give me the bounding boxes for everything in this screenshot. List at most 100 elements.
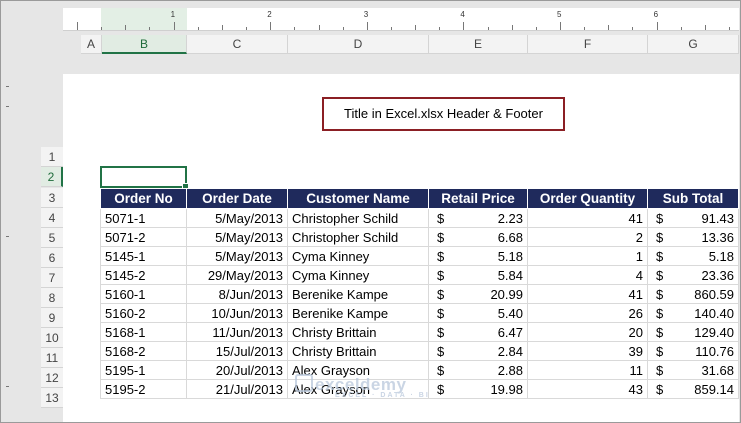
cell-customer-name[interactable]: Cyma Kinney xyxy=(287,265,429,285)
cell-retail-price[interactable]: $5.18 xyxy=(428,246,528,266)
column-header-f[interactable]: F xyxy=(528,35,648,54)
cell-order-no[interactable]: 5071-1 xyxy=(100,208,187,228)
cell-order-no[interactable]: 5145-2 xyxy=(100,265,187,285)
row-header-5[interactable]: 5 xyxy=(41,228,63,248)
cell-retail-price[interactable]: $6.47 xyxy=(428,322,528,342)
row-header-7[interactable]: 7 xyxy=(41,268,63,288)
row-header-3[interactable]: 3 xyxy=(41,188,63,208)
header-order-date[interactable]: Order Date xyxy=(186,188,288,209)
cell-order-date[interactable]: 29/May/2013 xyxy=(186,265,288,285)
cell-order-date[interactable]: 5/May/2013 xyxy=(186,208,288,228)
cell-order-no[interactable]: 5195-2 xyxy=(100,379,187,399)
row-header-13[interactable]: 13 xyxy=(41,388,63,408)
row-header-8[interactable]: 8 xyxy=(41,288,63,308)
cell-sub-total[interactable]: $129.40 xyxy=(647,322,739,342)
cell-sub-total[interactable]: $31.68 xyxy=(647,360,739,380)
active-cell-b2[interactable] xyxy=(100,166,189,190)
cell-customer-name[interactable]: Berenike Kampe xyxy=(287,303,429,323)
header-sub-total[interactable]: Sub Total xyxy=(647,188,739,209)
cell-order-no[interactable]: 5195-1 xyxy=(100,360,187,380)
sub-total-value: 5.18 xyxy=(708,248,734,264)
row-header-6[interactable]: 6 xyxy=(41,248,63,268)
cell-order-quantity[interactable]: 41 xyxy=(527,208,648,228)
cell-customer-name[interactable]: Christy Brittain xyxy=(287,341,429,361)
row-header-12[interactable]: 12 xyxy=(41,368,63,388)
cell-retail-price[interactable]: $19.98 xyxy=(428,379,528,399)
cell-order-no[interactable]: 5160-2 xyxy=(100,303,187,323)
column-header-e[interactable]: E xyxy=(429,35,528,54)
cell-order-no[interactable]: 5168-2 xyxy=(100,341,187,361)
row-header-9[interactable]: 9 xyxy=(41,308,63,328)
cell-order-no[interactable]: 5071-2 xyxy=(100,227,187,247)
row-header-1[interactable]: 1 xyxy=(41,147,63,167)
cell-order-date[interactable]: 21/Jul/2013 xyxy=(186,379,288,399)
cell-order-date[interactable]: 8/Jun/2013 xyxy=(186,284,288,304)
cell-retail-price[interactable]: $2.88 xyxy=(428,360,528,380)
cell-order-date[interactable]: 20/Jul/2013 xyxy=(186,360,288,380)
cell-order-quantity[interactable]: 4 xyxy=(527,265,648,285)
table-row: 5145-2 29/May/2013 Cyma Kinney $5.84 4 $23.36 xyxy=(100,265,739,285)
worksheet-page[interactable]: Title in Excel.xlsx Header & Footer Orde… xyxy=(63,74,739,422)
retail-price-value: 19.98 xyxy=(490,381,523,397)
row-header-11[interactable]: 11 xyxy=(41,348,63,368)
column-header-c[interactable]: C xyxy=(187,35,288,54)
cell-sub-total[interactable]: $5.18 xyxy=(647,246,739,266)
cell-order-quantity[interactable]: 39 xyxy=(527,341,648,361)
cell-order-quantity[interactable]: 41 xyxy=(527,284,648,304)
cell-order-no[interactable]: 5160-1 xyxy=(100,284,187,304)
currency-symbol: $ xyxy=(437,324,445,340)
cell-order-quantity[interactable]: 2 xyxy=(527,227,648,247)
cell-order-date[interactable]: 11/Jun/2013 xyxy=(186,322,288,342)
cell-order-quantity[interactable]: 11 xyxy=(527,360,648,380)
cell-order-quantity[interactable]: 20 xyxy=(527,322,648,342)
sub-total-value: 31.68 xyxy=(701,362,734,378)
cell-order-no[interactable]: 5168-1 xyxy=(100,322,187,342)
header-order-quantity[interactable]: Order Quantity xyxy=(527,188,648,209)
header-retail-price[interactable]: Retail Price xyxy=(428,188,528,209)
cell-order-quantity[interactable]: 1 xyxy=(527,246,648,266)
cell-retail-price[interactable]: $20.99 xyxy=(428,284,528,304)
excel-page-layout-view: 123456 A B C D E F G 1 2 3 4 5 6 7 8 9 10 11 12 13 T… xyxy=(0,0,741,423)
column-header-b[interactable]: B xyxy=(102,35,187,54)
cell-retail-price[interactable]: $5.40 xyxy=(428,303,528,323)
cell-sub-total[interactable]: $13.36 xyxy=(647,227,739,247)
column-header-a[interactable]: A xyxy=(81,35,102,54)
cell-sub-total[interactable]: $140.40 xyxy=(647,303,739,323)
cell-order-quantity[interactable]: 26 xyxy=(527,303,648,323)
cell-sub-total[interactable]: $23.36 xyxy=(647,265,739,285)
cell-order-date[interactable]: 10/Jun/2013 xyxy=(186,303,288,323)
ruler-tick xyxy=(560,22,561,30)
cell-order-date[interactable]: 15/Jul/2013 xyxy=(186,341,288,361)
header-order-no[interactable]: Order No xyxy=(100,188,187,209)
currency-symbol: $ xyxy=(437,229,445,245)
row-header-2[interactable]: 2 xyxy=(41,167,63,187)
cell-sub-total[interactable]: $860.59 xyxy=(647,284,739,304)
cell-retail-price[interactable]: $6.68 xyxy=(428,227,528,247)
cell-retail-price[interactable]: $2.23 xyxy=(428,208,528,228)
cell-customer-name[interactable]: Christopher Schild xyxy=(287,208,429,228)
cell-customer-name[interactable]: Christopher Schild xyxy=(287,227,429,247)
column-header-d[interactable]: D xyxy=(288,35,429,54)
cell-order-no[interactable]: 5145-1 xyxy=(100,246,187,266)
row-header-4[interactable]: 4 xyxy=(41,208,63,228)
cell-order-date[interactable]: 5/May/2013 xyxy=(186,246,288,266)
cell-order-date[interactable]: 5/May/2013 xyxy=(186,227,288,247)
ruler-tick xyxy=(342,27,344,30)
cell-sub-total[interactable]: $110.76 xyxy=(647,341,739,361)
row-header-10[interactable]: 10 xyxy=(41,328,63,348)
ruler-tick xyxy=(197,27,199,30)
cell-customer-name[interactable]: Cyma Kinney xyxy=(287,246,429,266)
cell-sub-total[interactable]: $91.43 xyxy=(647,208,739,228)
header-footer-title-box[interactable]: Title in Excel.xlsx Header & Footer xyxy=(322,97,565,131)
header-customer-name[interactable]: Customer Name xyxy=(287,188,429,209)
cell-retail-price[interactable]: $5.84 xyxy=(428,265,528,285)
column-header-g[interactable]: G xyxy=(648,35,739,54)
cell-customer-name[interactable]: Christy Brittain xyxy=(287,322,429,342)
ruler-tick xyxy=(366,22,368,30)
cell-customer-name[interactable]: Berenike Kampe xyxy=(287,284,429,304)
cell-order-quantity[interactable]: 43 xyxy=(527,379,648,399)
cell-retail-price[interactable]: $2.84 xyxy=(428,341,528,361)
ruler-tick xyxy=(318,25,320,30)
retail-price-value: 5.18 xyxy=(497,248,523,264)
cell-sub-total[interactable]: $859.14 xyxy=(647,379,739,399)
